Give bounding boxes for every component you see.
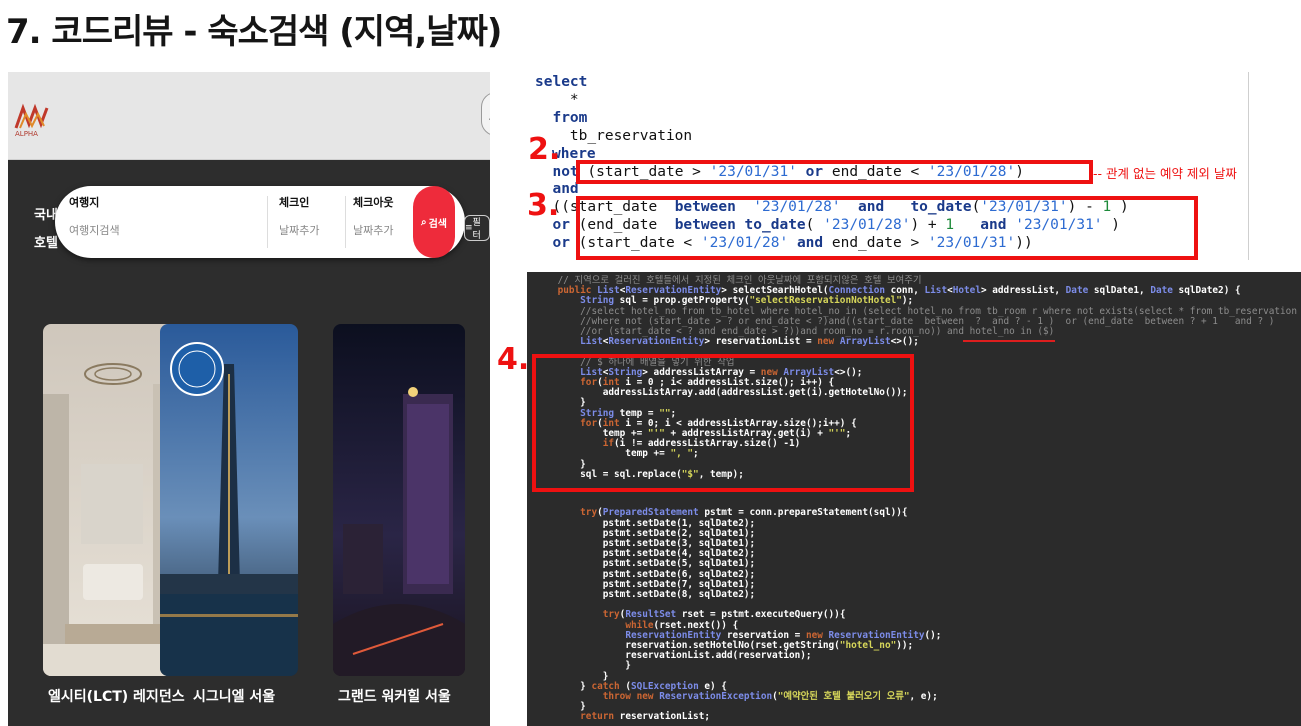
search-button[interactable]: ⌕ 검색 bbox=[413, 186, 455, 258]
app-header: ALPHA 👤︎ bbox=[8, 72, 490, 160]
search-icon: ⌕ bbox=[420, 216, 427, 228]
checkout-input[interactable]: 날짜추가 bbox=[353, 222, 415, 238]
hotel-app-screenshot: ALPHA 👤︎ 국내 호텔 여행지 여행지검색 체크인 날짜추가 체크아웃 날… bbox=[8, 72, 490, 726]
sql-line: * bbox=[535, 91, 579, 108]
checkin-field[interactable]: 체크인 날짜추가 bbox=[279, 194, 341, 238]
destination-input[interactable]: 여행지검색 bbox=[69, 222, 259, 238]
code-line: List<ReservationEntity> reservationList … bbox=[580, 336, 919, 348]
side-label-hotel: 호텔 bbox=[34, 236, 58, 251]
code-line: throw new ReservationException("예약안된 호텔 … bbox=[602, 691, 938, 702]
user-icon: 👤︎ bbox=[487, 107, 490, 121]
sql-line: select bbox=[535, 74, 588, 90]
hotel-name-walkerhill: 그랜드 워커힐 서울 bbox=[338, 689, 451, 705]
filter-label: 필터 bbox=[472, 218, 481, 241]
user-menu-button[interactable]: 👤︎ bbox=[481, 92, 490, 136]
step-3-marker: 3. bbox=[527, 188, 560, 223]
hotel-no-underline bbox=[963, 340, 1055, 342]
hotel-photo-tower bbox=[160, 324, 298, 676]
destination-field[interactable]: 여행지 여행지검색 bbox=[69, 194, 259, 238]
hotel-card-walkerhill[interactable] bbox=[333, 324, 465, 676]
step-2-marker: 2. bbox=[528, 132, 561, 167]
search-button-label: 검색 bbox=[428, 218, 447, 230]
code-line: pstmt.setDate(8, sqlDate2); bbox=[535, 589, 756, 600]
checkin-input[interactable]: 날짜추가 bbox=[279, 222, 341, 238]
filter-button[interactable]: ≡ 필터 bbox=[464, 215, 490, 241]
logo-text: ALPHA bbox=[15, 130, 38, 138]
sql-annotation: -- 관계 없는 예약 제외 날짜 bbox=[1093, 166, 1237, 181]
hotel-name-signiel: 시그니엘 서울 bbox=[193, 689, 276, 705]
code-editor: // 지역으로 걸러진 호텔들에서 지정된 체크인 아웃날짜에 포함되지않은 호… bbox=[527, 272, 1301, 726]
field-divider bbox=[267, 196, 268, 248]
editor-ruler bbox=[1248, 72, 1249, 260]
destination-label: 여행지 bbox=[69, 196, 100, 209]
highlight-box-array bbox=[532, 354, 914, 492]
checkout-field[interactable]: 체크아웃 날짜추가 bbox=[353, 194, 415, 238]
sql-line: from bbox=[535, 109, 588, 126]
filter-icon: ≡ bbox=[465, 223, 473, 233]
checkin-label: 체크인 bbox=[279, 196, 310, 209]
hotel-name-lct: 엘시티(LCT) 레지던스 bbox=[48, 689, 185, 705]
field-divider bbox=[345, 196, 346, 248]
search-bar: 여행지 여행지검색 체크인 날짜추가 체크아웃 날짜추가 bbox=[55, 186, 465, 258]
code-line: return reservationList; bbox=[580, 711, 710, 723]
checkout-label: 체크아웃 bbox=[353, 196, 394, 209]
step-4-marker: 4. bbox=[497, 342, 530, 377]
slide-title: 7. 코드리뷰 - 숙소검색 (지역,날짜) bbox=[6, 12, 502, 52]
hotel-photo-night bbox=[333, 324, 465, 676]
hotel-card-signiel[interactable] bbox=[160, 324, 298, 676]
highlight-box-exclude bbox=[576, 160, 1093, 184]
highlight-box-overlap bbox=[576, 196, 1198, 260]
